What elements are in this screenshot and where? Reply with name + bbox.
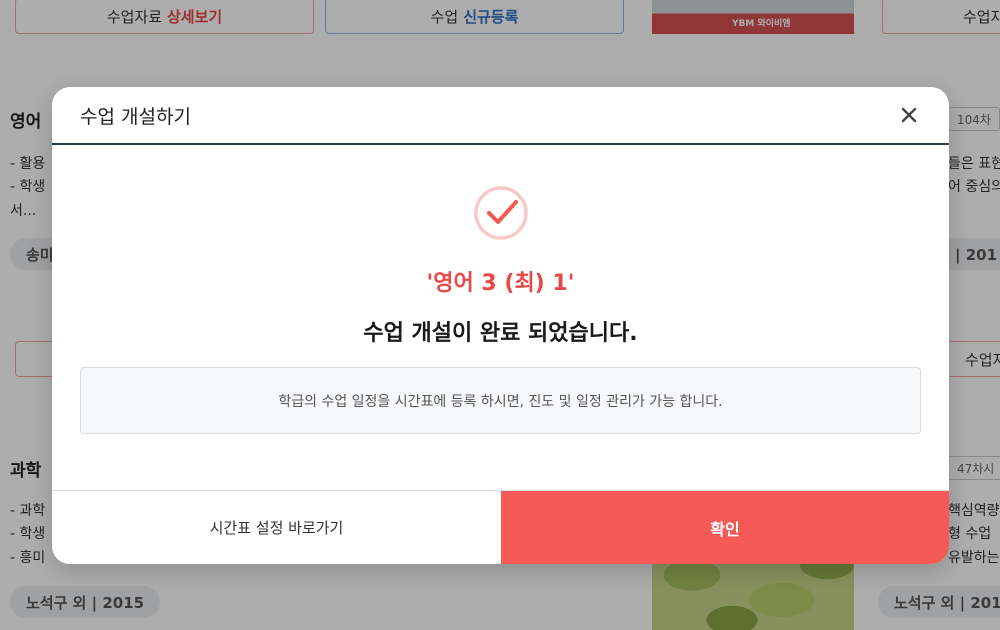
class-open-modal: 수업 개설하기 '영어 3 (최) 1' 수업 개설이 완료 되었습니다. 학급… xyxy=(52,87,949,564)
check-circle-icon xyxy=(472,184,530,242)
info-text: 학급의 수업 일정을 시간표에 등록 하시면, 진도 및 일정 관리가 가능 합… xyxy=(278,393,723,410)
close-icon[interactable] xyxy=(897,103,921,127)
timetable-setup-button[interactable]: 시간표 설정 바로가기 xyxy=(52,491,501,564)
completion-message: 수업 개설이 완료 되었습니다. xyxy=(363,321,638,346)
course-name: '영어 3 (최) 1' xyxy=(426,271,575,296)
modal-title: 수업 개설하기 xyxy=(80,105,191,128)
modal-footer: 시간표 설정 바로가기 확인 xyxy=(52,490,949,564)
confirm-button[interactable]: 확인 xyxy=(501,491,949,564)
info-box: 학급의 수업 일정을 시간표에 등록 하시면, 진도 및 일정 관리가 가능 합… xyxy=(80,367,921,434)
close-icon-glyph xyxy=(901,107,917,123)
modal-header: 수업 개설하기 xyxy=(52,87,949,145)
